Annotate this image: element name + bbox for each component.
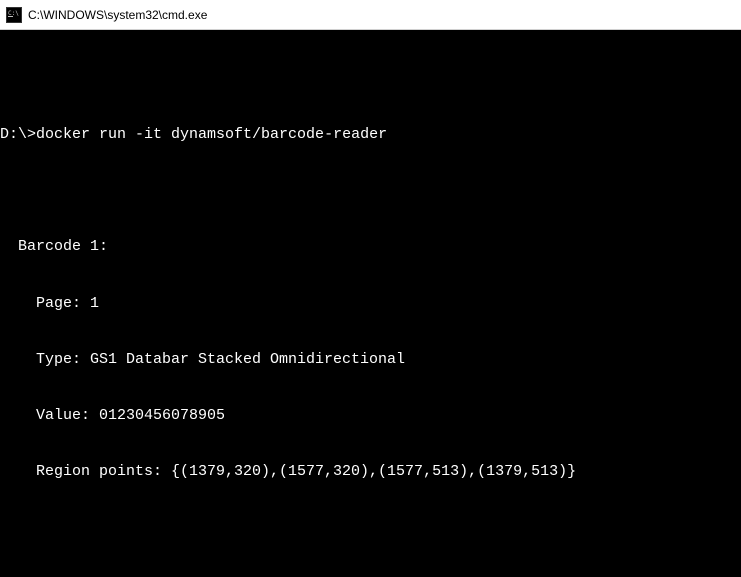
window-title-bar[interactable]: C:\ C:\WINDOWS\system32\cmd.exe xyxy=(0,0,741,30)
barcode-result: Barcode 1: Page: 1 Type: GS1 Databar Sta… xyxy=(0,201,741,520)
svg-text:C:\: C:\ xyxy=(8,10,19,17)
barcode-value: Value: 01230456078905 xyxy=(0,407,741,426)
window-title: C:\WINDOWS\system32\cmd.exe xyxy=(28,8,207,22)
prompt: D:\> xyxy=(0,126,36,143)
cmd-icon: C:\ xyxy=(6,7,22,23)
blank-line xyxy=(0,557,741,576)
command-line: D:\>docker run -it dynamsoft/barcode-rea… xyxy=(0,126,741,145)
barcode-page: Page: 1 xyxy=(0,295,741,314)
barcode-region: Region points: {(1379,320),(1577,320),(1… xyxy=(0,463,741,482)
barcode-header: Barcode 1: xyxy=(0,238,741,257)
command-text: docker run -it dynamsoft/barcode-reader xyxy=(36,126,387,143)
barcode-type: Type: GS1 Databar Stacked Omnidirectiona… xyxy=(0,351,741,370)
terminal-output[interactable]: D:\>docker run -it dynamsoft/barcode-rea… xyxy=(0,30,741,577)
blank-line xyxy=(0,70,741,89)
